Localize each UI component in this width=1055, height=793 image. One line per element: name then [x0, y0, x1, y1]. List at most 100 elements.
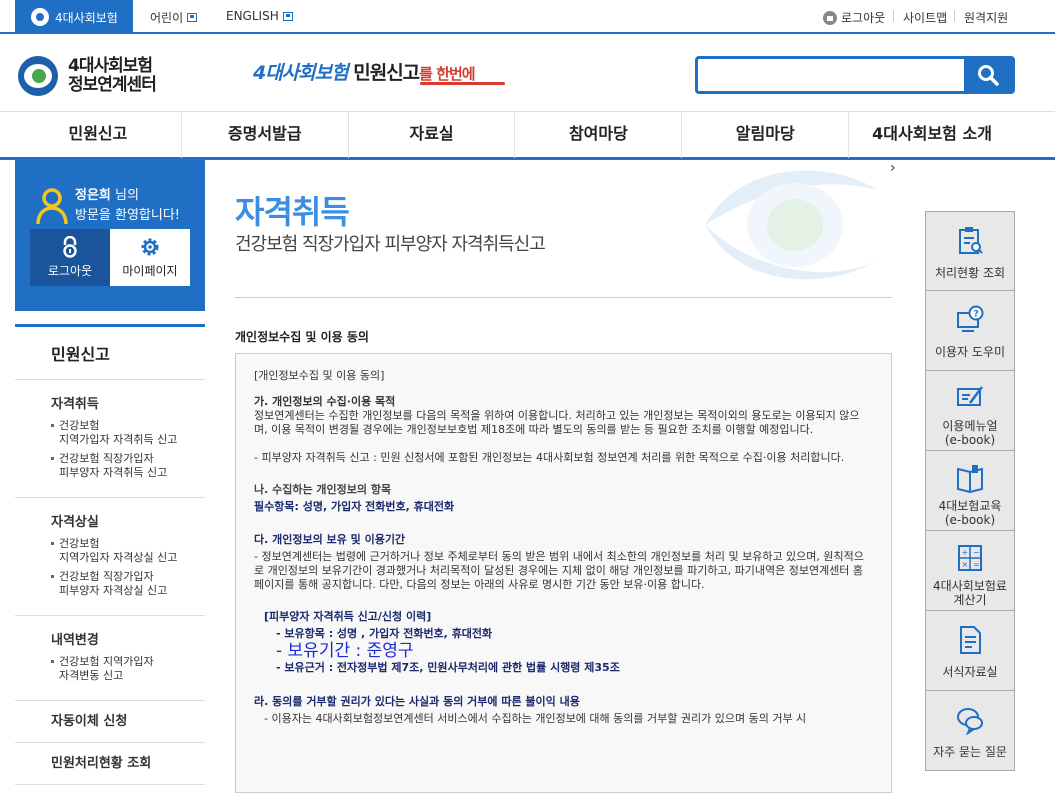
sitemap-link[interactable]: 사이트맵	[903, 9, 947, 26]
lock-icon	[823, 10, 837, 25]
logout-link-label: 로그아웃	[841, 11, 886, 25]
search-input[interactable]	[698, 59, 966, 91]
top-utility-bar: 4대사회보험 어린이 ENGLISH 로그아웃 사이트맵 원격지원	[0, 0, 1055, 34]
quick-manual-ebook[interactable]: 이용메뉴얼 (e-book)	[925, 371, 1015, 451]
mypage-label: 마이페이지	[122, 264, 178, 278]
site-header: 4대사회보험 정보연계센터 4대사회보험 민원신고를 한번에	[0, 36, 1055, 111]
agreement-section-b-title: 나. 수집하는 개인정보의 항목	[254, 483, 392, 496]
chat-bubble-icon	[957, 708, 983, 735]
quick-user-help[interactable]: ? 이용자 도우미	[925, 291, 1015, 371]
slogan-part-3: 를 한번에	[419, 65, 475, 83]
side-group-heading[interactable]: 자격취득	[15, 393, 205, 412]
kids-link[interactable]: 어린이	[150, 9, 198, 26]
logout-link[interactable]: 로그아웃	[823, 9, 885, 26]
side-item-regional-loss[interactable]: 건강보험 지역가입자 자격상실 신고	[15, 537, 205, 565]
calculator-icon: + − × =	[958, 545, 982, 571]
pencil-board-icon	[957, 386, 983, 406]
quick-label: 4대보험교육 (e-book)	[938, 499, 1002, 527]
document-icon	[960, 626, 981, 654]
search-button[interactable]	[964, 59, 1012, 91]
slogan-swoosh	[420, 82, 505, 85]
slogan-part-1: 4대사회보험	[253, 62, 349, 84]
section-title: 개인정보수집 및 이용 동의	[235, 330, 369, 344]
agreement-section-d-title: 라. 동의를 거부할 권리가 있다는 사실과 동의 거부에 따른 불이익 내용	[254, 695, 580, 708]
search-icon	[978, 65, 999, 86]
brand-logo-icon	[18, 56, 58, 96]
slogan: 4대사회보험 민원신고를 한번에	[253, 58, 476, 85]
welcome-actions: 로그아웃 마이페이지	[30, 229, 190, 286]
divider	[893, 10, 894, 22]
quick-menu: 처리현황 조회 ? 이용자 도우미 이용메뉴얼 (e-book) 4대보험교육 …	[925, 211, 1015, 771]
gnb-item-certificate[interactable]: 증명서발급	[182, 112, 349, 158]
side-group-heading[interactable]: 내역변경	[15, 629, 205, 648]
help-monitor-icon: ?	[957, 305, 984, 332]
sitemap-link-label: 사이트맵	[903, 11, 948, 25]
english-link[interactable]: ENGLISH	[226, 9, 293, 23]
gnb-item-archive[interactable]: 자료실	[349, 112, 516, 158]
book-icon	[957, 465, 983, 493]
welcome-message: 정은희 님의 방문을 환영합니다!	[75, 186, 180, 226]
side-item-dependent-loss[interactable]: 건강보험 직장가입자 피부양자 자격상실 신고	[15, 570, 205, 598]
gnb-item-notice[interactable]: 알림마당	[682, 112, 850, 158]
quick-forms-archive[interactable]: 서식자료실	[925, 611, 1015, 691]
quick-label: 4대사회보험료 계산기	[933, 579, 1007, 607]
mypage-button[interactable]: 마이페이지	[110, 229, 190, 286]
site-logo[interactable]: 4대사회보험 정보연계센터	[18, 56, 157, 96]
gnb-item-participation[interactable]: 참여마당	[515, 112, 683, 158]
remote-support-label: 원격지원	[964, 11, 1009, 25]
agreement-section-b-body: 필수항목: 성명, 가입자 전화번호, 휴대전화	[254, 500, 455, 513]
brand-line-2: 정보연계센터	[68, 75, 157, 95]
svg-text:+: +	[962, 548, 969, 557]
lock-icon	[63, 236, 77, 258]
agreement-section-a-body: 정보연계센터는 수집한 개인정보를 다음의 목적을 위하여 이용합니다. 처리하…	[254, 409, 860, 436]
retention-detail: [피부양자 자격취득 신고/신청 이력] - 보유항목 : 성명 , 가입자 전…	[254, 610, 873, 675]
user-icon	[36, 188, 68, 225]
search-box	[695, 56, 1015, 94]
quick-label: 자주 묻는 질문	[933, 745, 1007, 759]
brand-name: 4대사회보험 정보연계센터	[68, 57, 157, 95]
side-item-dependent-acquire[interactable]: 건강보험 직장가입자 피부양자 자격취득 신고	[15, 452, 205, 480]
page-visual-watermark	[705, 170, 878, 280]
quick-status-lookup[interactable]: 처리현황 조회	[925, 211, 1015, 291]
svg-text:×: ×	[962, 560, 969, 569]
chevron-right-icon[interactable]: ›	[890, 160, 896, 176]
divider	[954, 10, 955, 22]
quick-label: 이용메뉴얼 (e-book)	[942, 419, 998, 447]
gnb-item-about[interactable]: 4대사회보험 소개	[849, 112, 1015, 158]
welcome-logout-button[interactable]: 로그아웃	[30, 229, 110, 286]
agreement-section-a-title: 가. 개인정보의 수집·이용 목적	[254, 395, 396, 408]
privacy-agreement-box[interactable]: [개인정보수집 및 이용 동의] 가. 개인정보의 수집·이용 목적 정보연계센…	[235, 353, 892, 793]
agreement-section-a-item: - 피부양자 자격취득 신고 : 민원 신청서에 포함된 개인정보는 4대사회보…	[254, 451, 845, 464]
new-window-icon	[187, 13, 198, 22]
retention-period: - 보유기간 : 준영구	[276, 641, 414, 661]
logo-mini-icon	[31, 8, 49, 26]
user-name: 정은희	[75, 188, 111, 203]
retention-items: - 보유항목 : 성명 , 가입자 전화번호, 휴대전화	[276, 627, 493, 640]
agreement-section-c-body: - 정보연계센터는 법령에 근거하거나 정보 주체로부터 동의 받은 범위 내에…	[254, 550, 864, 591]
svg-text:?: ?	[974, 310, 979, 320]
divider	[235, 297, 892, 298]
quick-faq[interactable]: 자주 묻는 질문	[925, 691, 1015, 771]
main-navigation: 민원신고 증명서발급 자료실 참여마당 알림마당 4대사회보험 소개	[0, 111, 1055, 160]
kids-link-label: 어린이	[150, 11, 184, 25]
new-window-icon	[282, 11, 293, 21]
quick-premium-calculator[interactable]: + − × = 4대사회보험료 계산기	[925, 531, 1015, 611]
agreement-heading: [개인정보수집 및 이용 동의]	[254, 369, 385, 382]
remote-support-link[interactable]: 원격지원	[964, 9, 1008, 26]
welcome-suffix: 님의	[110, 188, 139, 203]
side-item-auto-transfer[interactable]: 자동이체 신청	[15, 701, 205, 743]
gnb-item-civil-report[interactable]: 민원신고	[15, 112, 182, 158]
side-group-heading[interactable]: 자격상실	[15, 511, 205, 530]
side-group-acquire: 자격취득 건강보험 지역가입자 자격취득 신고 건강보험 직장가입자 피부양자 자격…	[15, 380, 205, 498]
welcome-box: 정은희 님의 방문을 환영합니다! 로그아웃 마이페이지	[15, 160, 205, 311]
home-tab-label: 4대사회보험	[55, 10, 118, 25]
side-item-regional-change[interactable]: 건강보험 지역가입자 자격변동 신고	[15, 655, 205, 683]
side-group-change: 내역변경 건강보험 지역가입자 자격변동 신고	[15, 616, 205, 701]
gear-icon	[141, 238, 159, 256]
home-tab[interactable]: 4대사회보험	[15, 0, 133, 34]
quick-education-ebook[interactable]: 4대보험교육 (e-book)	[925, 451, 1015, 531]
welcome-line-2: 방문을 환영합니다!	[75, 208, 181, 223]
side-item-status-lookup[interactable]: 민원처리현황 조회	[15, 743, 205, 785]
side-item-regional-acquire[interactable]: 건강보험 지역가입자 자격취득 신고	[15, 419, 205, 447]
side-group-loss: 자격상실 건강보험 지역가입자 자격상실 신고 건강보험 직장가입자 피부양자 자격…	[15, 498, 205, 616]
